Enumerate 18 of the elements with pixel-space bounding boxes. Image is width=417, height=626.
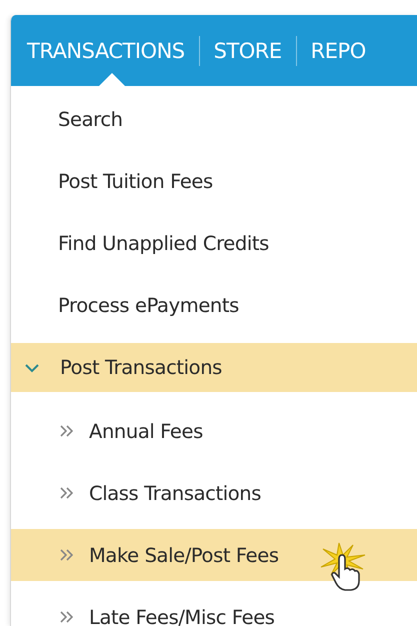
double-chevron-icon <box>60 611 73 623</box>
submenu-label: Class Transactions <box>89 482 262 504</box>
menu-item[interactable]: Process ePayments <box>11 281 417 330</box>
submenu-item[interactable]: Make Sale/Post Fees <box>11 529 417 581</box>
double-chevron-icon <box>60 425 73 437</box>
menu-item[interactable]: Post Tuition Fees <box>11 157 417 206</box>
submenu-item[interactable]: Late Fees/Misc Fees <box>11 591 417 626</box>
submenu-label: Make Sale/Post Fees <box>89 544 279 566</box>
menu-group-label: Post Transactions <box>60 356 222 379</box>
submenu-item[interactable]: Class Transactions <box>11 467 417 519</box>
menu-item[interactable]: Search <box>11 95 417 144</box>
submenu-label: Annual Fees <box>89 420 203 442</box>
menu-item[interactable]: Find Unapplied Credits <box>11 219 417 268</box>
double-chevron-icon <box>60 549 73 561</box>
double-chevron-icon <box>60 487 73 499</box>
submenu-item[interactable]: Annual Fees <box>11 405 417 457</box>
menu-group[interactable]: Post Transactions <box>11 343 417 392</box>
submenu-label: Late Fees/Misc Fees <box>89 606 275 626</box>
